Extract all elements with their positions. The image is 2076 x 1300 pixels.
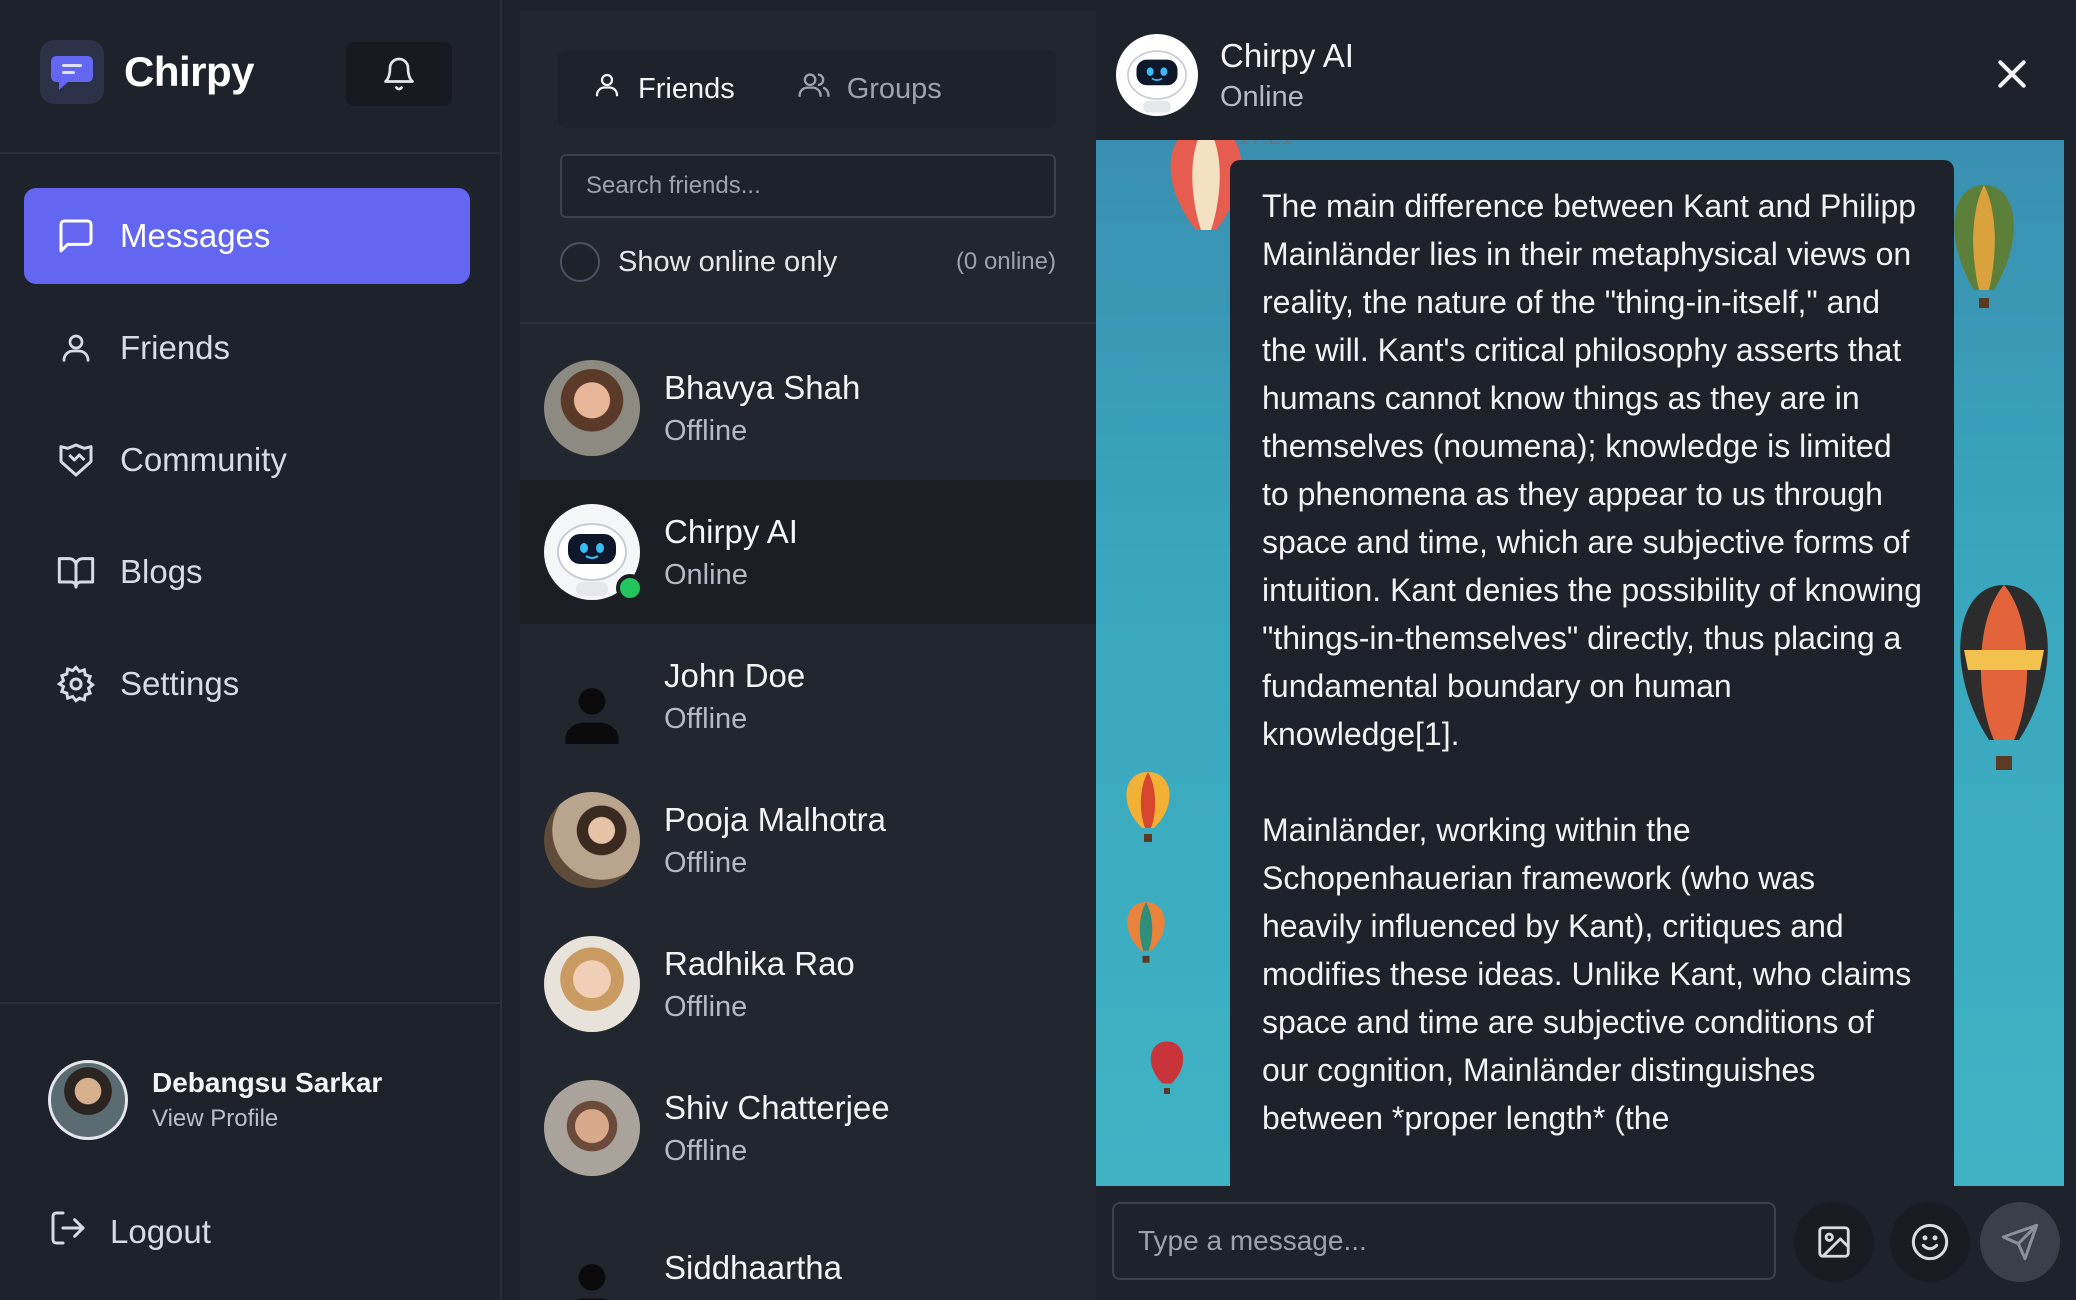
friend-status: Offline [664, 414, 748, 447]
default-avatar-icon [544, 1224, 640, 1300]
friend-status: Online [664, 558, 748, 591]
avatar [544, 1080, 640, 1176]
chat-contact-status: Online [1220, 80, 1304, 113]
message-timestamp: 17:21 [1238, 140, 1293, 150]
message-bubble-received[interactable]: The main difference between Kant and Phi… [1230, 160, 1954, 1186]
image-icon [1818, 1226, 1850, 1258]
hot-air-balloon-image [1126, 772, 1170, 842]
friend-name: Siddhaartha [664, 1249, 842, 1286]
avatar [48, 1060, 128, 1140]
hot-air-balloon-image [1954, 185, 2014, 308]
sidebar-item-blogs[interactable]: Blogs [24, 524, 470, 620]
sidebar-item-label: Community [120, 441, 287, 478]
brand[interactable]: Chirpy [40, 40, 255, 104]
friend-status: Offline [664, 846, 748, 879]
show-online-only-toggle[interactable]: Show online only (0 online) [560, 242, 1056, 282]
sidebar-item-messages[interactable]: Messages [24, 188, 470, 284]
avatar [544, 360, 640, 456]
sidebar-item-label: Friends [120, 329, 231, 366]
close-chat-button[interactable] [1988, 50, 2036, 98]
app-name: Chirpy [124, 48, 255, 95]
sidebar-item-community[interactable]: Community [24, 412, 470, 508]
friend-item-john-doe[interactable]: John Doe Offline [520, 624, 1096, 768]
avatar [544, 936, 640, 1032]
online-only-label: Show online only [618, 245, 838, 278]
friend-name: Shiv Chatterjee [664, 1088, 890, 1126]
gear-icon [54, 662, 98, 706]
message-paragraph: Mainländer, working within the Schopenha… [1262, 812, 1912, 1136]
friend-status: Offline [664, 702, 748, 735]
hot-air-balloon-image [1960, 585, 2048, 770]
sidebar: Chirpy Messages Friends Community Blogs [0, 0, 502, 1300]
sidebar-item-label: Messages [120, 217, 271, 254]
tab-label: Groups [846, 72, 942, 105]
default-avatar-icon [544, 648, 640, 744]
tab-label: Friends [638, 72, 735, 105]
message-square-icon [54, 214, 98, 258]
friend-item-radhika-rao[interactable]: Radhika Rao Offline [520, 912, 1096, 1056]
friend-name: Radhika Rao [664, 944, 855, 982]
view-profile-link[interactable]: View Profile [152, 1105, 382, 1133]
book-open-icon [54, 550, 98, 594]
search-friends-input[interactable] [560, 154, 1056, 218]
message-composer [1096, 1186, 2066, 1300]
tab-friends[interactable]: Friends [592, 69, 735, 109]
send-icon [2001, 1223, 2039, 1261]
send-button[interactable] [1980, 1202, 2060, 1282]
divider [0, 1002, 502, 1004]
message-input[interactable] [1112, 1202, 1776, 1280]
sidebar-item-friends[interactable]: Friends [24, 300, 470, 396]
friend-name: Bhavya Shah [664, 368, 861, 406]
online-indicator [616, 574, 644, 602]
divider [520, 322, 1096, 324]
sidebar-item-settings[interactable]: Settings [24, 636, 470, 732]
divider [0, 152, 502, 154]
online-only-checkbox[interactable] [560, 242, 600, 282]
online-count: (0 online) [955, 248, 1056, 275]
message-paragraph: The main difference between Kant and Phi… [1262, 188, 1922, 752]
logout-button[interactable]: Logout [48, 1208, 211, 1256]
profile-name: Debangsu Sarkar [152, 1067, 383, 1098]
friend-name: John Doe [664, 656, 806, 694]
friend-name: Chirpy AI [664, 512, 798, 550]
user-icon [54, 326, 98, 370]
user-icon [592, 69, 622, 109]
attach-image-button[interactable] [1794, 1202, 1874, 1282]
friend-status: Offline [664, 1134, 748, 1167]
logout-label: Logout [110, 1213, 211, 1250]
users-icon [797, 69, 831, 109]
friend-item-bhavya-shah[interactable]: Bhavya Shah Offline [520, 336, 1096, 480]
hot-air-balloon-image [1150, 1041, 1184, 1094]
logout-icon [48, 1208, 88, 1256]
sidebar-item-label: Blogs [120, 553, 203, 590]
notifications-button[interactable] [346, 42, 452, 106]
chat-contact-name: Chirpy AI [1220, 36, 1354, 74]
emoji-button[interactable] [1890, 1202, 1970, 1282]
friends-tabs: Friends Groups [558, 50, 1056, 128]
friend-item-shiv-chatterjee[interactable]: Shiv Chatterjee Offline [520, 1056, 1096, 1200]
chat-messages-area[interactable]: The main difference between Kant and Phi… [1096, 140, 2064, 1186]
friend-status: Offline [664, 990, 748, 1023]
friend-item-chirpy-ai[interactable]: Chirpy AI Online [520, 480, 1096, 624]
hot-air-balloon-image [1127, 902, 1165, 963]
chirpy-logo-icon [40, 40, 104, 104]
profile-card[interactable]: Debangsu Sarkar View Profile [48, 1060, 382, 1140]
smile-icon [1911, 1223, 1949, 1261]
robot-avatar [1116, 34, 1198, 116]
chat-panel: Chirpy AI Online The main difference bet… [1096, 10, 2066, 1300]
friend-name: Pooja Malhotra [664, 800, 886, 838]
close-icon [1998, 60, 2026, 88]
chat-header: Chirpy AI Online [1096, 10, 2066, 140]
handshake-icon [54, 438, 98, 482]
friend-item-siddhaartha[interactable]: Siddhaartha [520, 1200, 1096, 1300]
friend-item-pooja-malhotra[interactable]: Pooja Malhotra Offline [520, 768, 1096, 912]
robot-avatar [544, 504, 644, 602]
bell-icon [384, 57, 414, 91]
friends-panel: Friends Groups Show online only (0 onlin… [520, 10, 1096, 1300]
sidebar-item-label: Settings [120, 665, 240, 702]
tab-groups[interactable]: Groups [797, 69, 942, 109]
avatar [544, 792, 640, 888]
